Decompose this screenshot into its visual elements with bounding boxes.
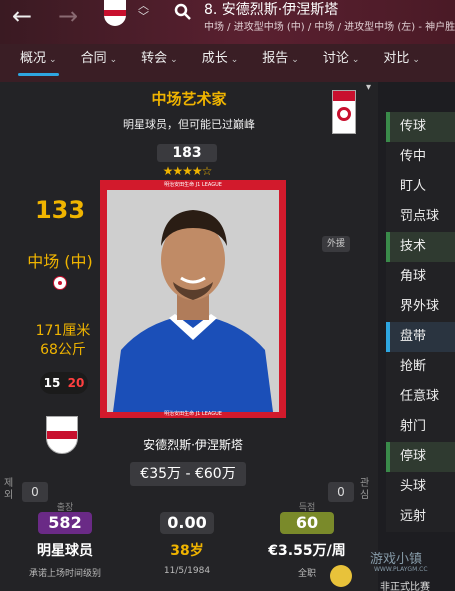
search-icon[interactable] xyxy=(174,3,192,21)
role-description: 明星球员，但可能已过巅峰 xyxy=(123,118,255,131)
star-rating: ★★★★☆ xyxy=(162,164,213,178)
top-bar: ← → ︿ ﹀ 8. 安德烈斯·伊涅斯塔 中场 / 进攻型中场 (中) / 中场 … xyxy=(0,0,455,44)
foot-rating: 15 20 xyxy=(40,372,88,394)
attribute-sidebar: 传球 传中 盯人 罚点球 技术 角球 界外球 盘带 抢断 任意球 射门 停球 头… xyxy=(386,112,455,532)
rating-value: 0.00 xyxy=(160,512,214,534)
tab-bar: 概况 ⌄ 合同 ⌄ 转会 ⌄ 成长 ⌄ 报告 ⌄ 讨论 ⌄ 对比 ⌄ xyxy=(0,44,455,82)
sidebar-item-first-touch[interactable]: 停球 xyxy=(386,442,455,472)
right-foot-value: 20 xyxy=(64,372,88,394)
tab-discuss[interactable]: 讨论 ⌄ xyxy=(311,44,372,82)
sidebar-item-crossing[interactable]: 传中 xyxy=(386,142,455,172)
goals-value: 60 xyxy=(280,512,334,534)
player-photo-frame: 明治安田生命 J1 LEAGUE 明治安田生命 J1 LEAGUE xyxy=(100,180,286,418)
profile-panel: 中场艺术家 明星球员，但可能已过巅峰 ▾ 183 ★★★★☆ 133 中场 (中… xyxy=(0,82,378,591)
tab-reports[interactable]: 报告 ⌄ xyxy=(250,44,311,82)
photo-caption-bottom: 明治安田生命 J1 LEAGUE xyxy=(164,411,222,417)
exclude-count[interactable]: 0 xyxy=(22,482,48,502)
sidebar-item-freekicks[interactable]: 任意球 xyxy=(386,382,455,412)
player-age: 38岁 xyxy=(170,543,204,559)
nationality-flag-icon[interactable] xyxy=(53,276,67,290)
fingerprint-icon xyxy=(330,565,352,587)
watermark-url: WWW.PLAYGM.CC xyxy=(374,566,428,573)
chevron-down-icon: ⌄ xyxy=(170,55,178,65)
tab-overview[interactable]: 概况 ⌄ xyxy=(8,44,69,82)
sidebar-item-passing[interactable]: 传球 xyxy=(386,112,455,142)
birth-date: 11/5/1984 xyxy=(163,566,211,576)
tab-transfer[interactable]: 转会 ⌄ xyxy=(129,44,190,82)
chevron-down-icon: ⌄ xyxy=(109,55,118,65)
league-logo-icon xyxy=(332,90,356,134)
match-type-note: 非正式比赛 xyxy=(380,582,430,591)
chevron-down-icon: ⌄ xyxy=(49,55,57,65)
squad-status: 明星球员 xyxy=(37,543,93,559)
player-title: 8. 安德烈斯·伊涅斯塔 xyxy=(204,2,339,18)
exclude-label: 제외 xyxy=(4,478,14,501)
chevron-down-icon: ⌄ xyxy=(291,55,299,65)
player-role: 中场艺术家 xyxy=(151,90,227,108)
sidebar-item-dribbling[interactable]: 盘带 xyxy=(386,322,455,352)
sidebar-item-penalty[interactable]: 罚点球 xyxy=(386,202,455,232)
interest-count[interactable]: 0 xyxy=(328,482,354,502)
tab-contract[interactable]: 合同 ⌄ xyxy=(69,44,130,82)
transfer-value: €35万 - €60万 xyxy=(130,462,246,486)
sidebar-item-tackling[interactable]: 抢断 xyxy=(386,352,455,382)
tab-development[interactable]: 成长 ⌄ xyxy=(190,44,251,82)
club-crest-icon[interactable] xyxy=(104,0,126,26)
sidebar-item-long-shots[interactable]: 远射 xyxy=(386,502,455,532)
arrow-right-icon[interactable]: → xyxy=(58,2,78,30)
sidebar-item-marking[interactable]: 盯人 xyxy=(386,172,455,202)
squad-status-caption: 承诺上场时间级别 xyxy=(28,569,101,579)
appearances-value: 582 xyxy=(38,512,92,534)
sidebar-item-corners[interactable]: 角球 xyxy=(386,262,455,292)
chevron-down-icon: ⌄ xyxy=(351,55,360,65)
chevron-down-icon: ⌄ xyxy=(412,55,420,65)
potential-ability: 183 xyxy=(157,144,217,162)
weekly-wage: €3.55万/周 xyxy=(268,543,346,559)
player-photo xyxy=(107,190,279,412)
chevron-down-icon[interactable]: ▾ xyxy=(366,82,371,93)
sidebar-item-technique[interactable]: 技术 xyxy=(386,232,455,262)
watermark: 游戏小镇 xyxy=(370,552,423,567)
foreign-player-tag: 外援 xyxy=(322,236,350,252)
club-crest-icon[interactable] xyxy=(46,416,78,454)
sidebar-item-finishing[interactable]: 射门 xyxy=(386,412,455,442)
chevron-updown-icon[interactable]: ︿ ﹀ xyxy=(138,0,149,22)
tab-compare[interactable]: 对比 ⌄ xyxy=(371,44,432,82)
arrow-left-icon[interactable]: ← xyxy=(12,2,32,30)
sidebar-item-heading[interactable]: 头球 xyxy=(386,472,455,502)
chevron-down-icon: ⌄ xyxy=(230,55,239,65)
photo-caption-top: 明治安田生命 J1 LEAGUE xyxy=(164,182,222,188)
player-name: 安德烈斯·伊涅斯塔 xyxy=(143,438,243,452)
left-foot-value: 15 xyxy=(40,372,64,394)
sidebar-item-throwins[interactable]: 界外球 xyxy=(386,292,455,322)
player-subtitle: 中场 / 进攻型中场 (中) / 中场 / 进攻型中场 (左) - 神户胜利船 xyxy=(204,22,455,33)
interest-label: 관심 xyxy=(360,478,370,501)
